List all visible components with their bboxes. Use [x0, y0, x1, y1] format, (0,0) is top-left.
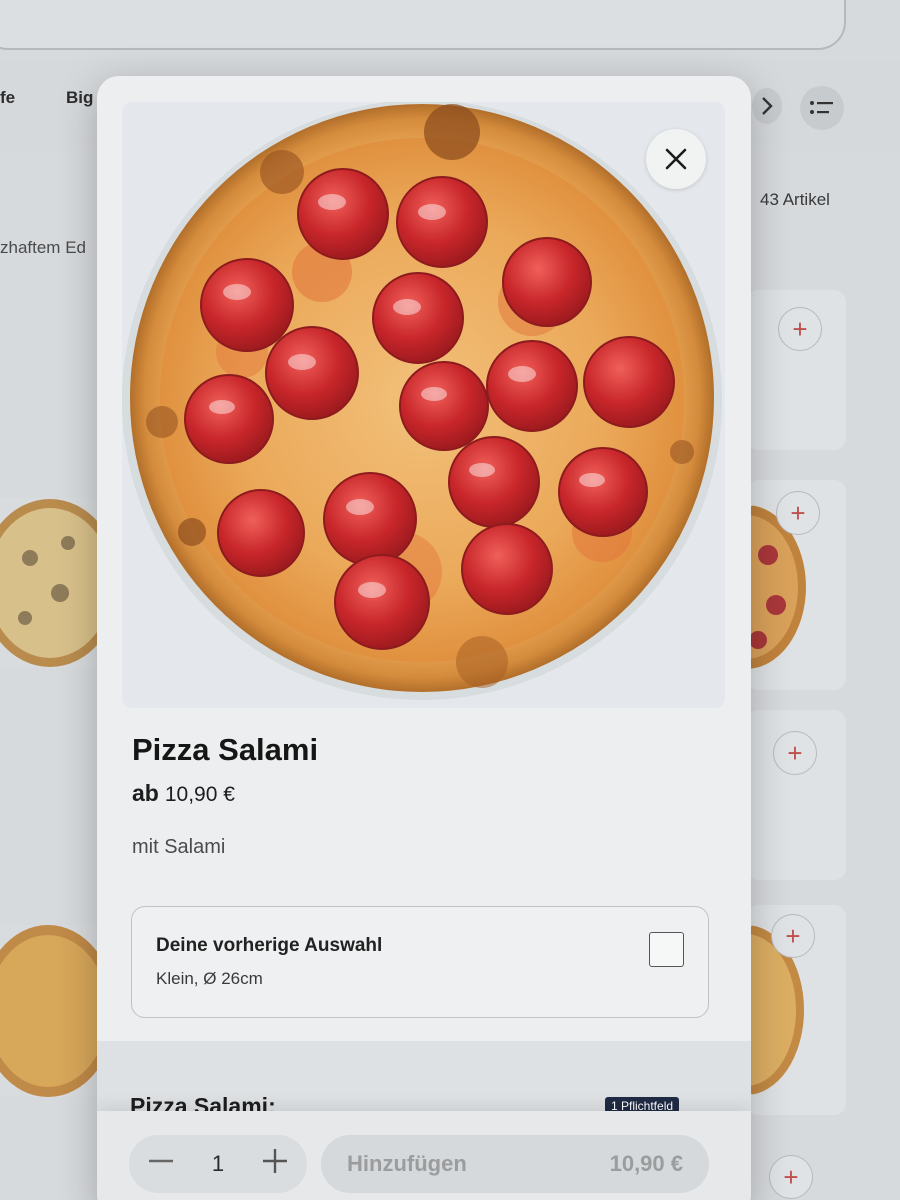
- product-description: mit Salami: [132, 836, 226, 858]
- add-to-cart-button[interactable]: +: [771, 914, 815, 958]
- increase-quantity-button[interactable]: [259, 1147, 291, 1181]
- sort-icon[interactable]: [800, 86, 844, 130]
- previous-selection-option[interactable]: Deine vorherige Auswahl Klein, Ø 26cm: [131, 906, 709, 1018]
- minus-icon: [149, 1159, 173, 1163]
- add-to-cart-button[interactable]: +: [776, 491, 820, 535]
- chevron-right-icon[interactable]: [752, 88, 782, 124]
- add-to-cart-button[interactable]: Hinzufügen 10,90 €: [321, 1135, 709, 1193]
- add-to-cart-button[interactable]: +: [773, 731, 817, 775]
- add-to-cart-button[interactable]: +: [769, 1155, 813, 1199]
- previous-selection-detail: Klein, Ø 26cm: [156, 969, 263, 988]
- quantity-stepper: 1: [129, 1135, 307, 1193]
- category-tab-cafe[interactable]: fe: [0, 88, 15, 108]
- product-thumbnail: [0, 925, 98, 1097]
- product-image: [122, 102, 725, 708]
- add-to-cart-button[interactable]: +: [778, 307, 822, 351]
- price-value: 10,90 €: [164, 783, 235, 806]
- product-price: ab 10,90 €: [132, 780, 235, 807]
- product-thumbnail: [0, 498, 98, 668]
- previous-selection-checkbox[interactable]: [649, 932, 684, 967]
- plus-icon: [263, 1149, 287, 1173]
- close-icon: [665, 148, 687, 170]
- decrease-quantity-button[interactable]: [145, 1147, 177, 1181]
- search-bar[interactable]: [0, 0, 846, 50]
- category-description: zhaftem Ed: [0, 238, 86, 257]
- category-tab-big[interactable]: Big: [66, 88, 93, 108]
- article-count: 43 Artikel: [760, 190, 830, 209]
- add-button-total: 10,90 €: [609, 1151, 683, 1176]
- add-button-label: Hinzufügen: [347, 1151, 467, 1176]
- product-title: Pizza Salami: [132, 732, 319, 767]
- product-detail-modal: Pizza Salami ab 10,90 € mit Salami Deine …: [97, 76, 751, 1200]
- add-to-cart-bar: 1 Hinzufügen 10,90 €: [97, 1111, 751, 1200]
- price-prefix: ab: [132, 780, 159, 806]
- close-button[interactable]: [646, 129, 706, 189]
- previous-selection-title: Deine vorherige Auswahl: [156, 935, 383, 956]
- quantity-value: 1: [211, 1151, 225, 1176]
